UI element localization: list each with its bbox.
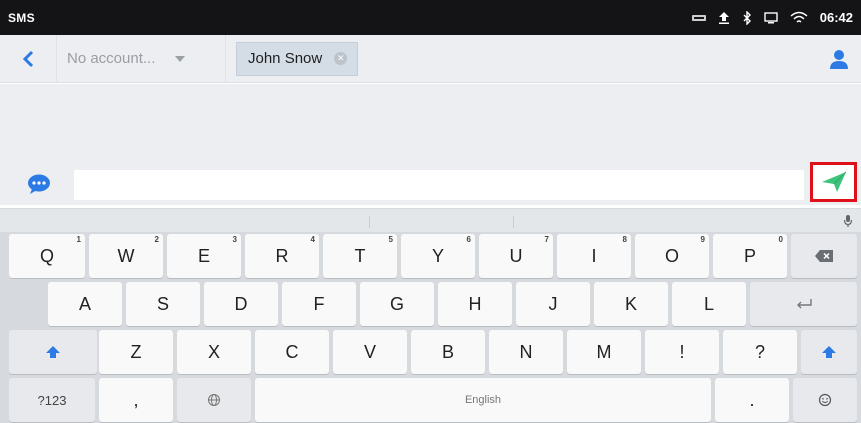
smiley-icon xyxy=(818,393,832,407)
key-l[interactable]: L xyxy=(672,282,746,326)
send-icon xyxy=(821,171,846,192)
suggestion-divider xyxy=(513,216,514,228)
recipient-header: No account... John Snow ✕ xyxy=(0,34,861,83)
key-q[interactable]: Q1 xyxy=(9,234,85,278)
key-r[interactable]: R4 xyxy=(245,234,319,278)
key-k[interactable]: K xyxy=(594,282,668,326)
screen-icon xyxy=(764,11,778,25)
notification-icon xyxy=(691,11,706,25)
key-w[interactable]: W2 xyxy=(89,234,163,278)
key-e[interactable]: E3 xyxy=(167,234,241,278)
key-o[interactable]: O9 xyxy=(635,234,709,278)
backspace-key[interactable] xyxy=(791,234,857,278)
shift-icon xyxy=(822,346,836,358)
microphone-icon[interactable] xyxy=(843,214,853,228)
status-time: 06:42 xyxy=(819,10,853,25)
space-key[interactable]: English xyxy=(255,378,711,422)
key-n[interactable]: N xyxy=(489,330,563,374)
key-s[interactable]: S xyxy=(126,282,200,326)
key-g[interactable]: G xyxy=(360,282,434,326)
status-icons: 06:42 xyxy=(691,10,853,25)
key-period[interactable]: . xyxy=(715,378,789,422)
message-input[interactable] xyxy=(74,170,804,200)
chat-bubble-icon[interactable] xyxy=(27,174,51,194)
key-b[interactable]: B xyxy=(411,330,485,374)
shift-key-left[interactable] xyxy=(9,330,97,374)
key-exclamation[interactable]: ! xyxy=(645,330,719,374)
backspace-icon xyxy=(815,250,833,262)
key-c[interactable]: C xyxy=(255,330,329,374)
suggestion-divider xyxy=(369,216,370,228)
back-button[interactable] xyxy=(0,35,56,83)
soft-keyboard: Q1 W2 E3 R4 T5 Y6 U7 I8 O9 P0 A S D F G … xyxy=(0,232,861,423)
person-icon xyxy=(830,50,848,69)
key-i[interactable]: I8 xyxy=(557,234,631,278)
enter-icon xyxy=(796,299,812,309)
account-selector[interactable]: No account... xyxy=(56,34,226,83)
message-thread xyxy=(0,84,861,165)
key-z[interactable]: Z xyxy=(99,330,173,374)
key-question[interactable]: ? xyxy=(723,330,797,374)
remove-recipient-icon[interactable]: ✕ xyxy=(334,52,348,65)
add-contact-button[interactable] xyxy=(827,47,851,71)
enter-key[interactable] xyxy=(750,282,857,326)
key-y[interactable]: Y6 xyxy=(401,234,475,278)
key-j[interactable]: J xyxy=(516,282,590,326)
recipient-name: John Snow xyxy=(248,50,323,67)
app-name: SMS xyxy=(8,10,35,25)
key-h[interactable]: H xyxy=(438,282,512,326)
upload-icon xyxy=(718,11,730,25)
suggestion-strip xyxy=(0,208,861,232)
shift-icon xyxy=(46,346,60,358)
key-u[interactable]: U7 xyxy=(479,234,553,278)
send-button[interactable] xyxy=(810,162,857,202)
symbols-key[interactable]: ?123 xyxy=(9,378,95,422)
key-m[interactable]: M xyxy=(567,330,641,374)
compose-bar xyxy=(0,165,861,205)
language-key[interactable] xyxy=(177,378,251,422)
recipient-chip[interactable]: John Snow ✕ xyxy=(236,41,359,76)
key-x[interactable]: X xyxy=(177,330,251,374)
account-placeholder: No account... xyxy=(67,50,156,67)
chevron-left-icon xyxy=(22,50,34,67)
shift-key-right[interactable] xyxy=(801,330,857,374)
key-a[interactable]: A xyxy=(48,282,122,326)
bluetooth-icon xyxy=(742,10,752,25)
globe-icon xyxy=(208,394,220,406)
key-d[interactable]: D xyxy=(204,282,278,326)
status-bar: SMS 06:42 xyxy=(0,0,861,35)
key-f[interactable]: F xyxy=(282,282,356,326)
key-p[interactable]: P0 xyxy=(713,234,787,278)
chevron-down-icon xyxy=(175,55,186,62)
emoji-key[interactable] xyxy=(793,378,857,422)
key-comma[interactable]: , xyxy=(99,378,173,422)
key-t[interactable]: T5 xyxy=(323,234,397,278)
wifi-icon xyxy=(790,11,808,25)
key-v[interactable]: V xyxy=(333,330,407,374)
